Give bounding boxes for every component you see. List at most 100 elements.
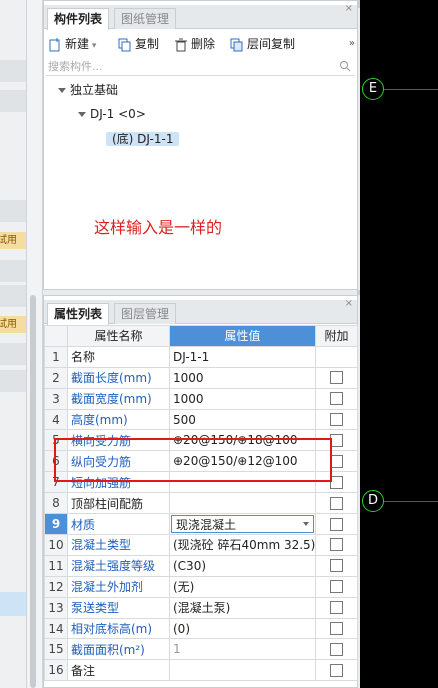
extra-cell <box>315 387 358 410</box>
extra-checkbox[interactable] <box>330 580 343 594</box>
copy-button[interactable]: 复制 <box>118 34 159 54</box>
expand-icon[interactable] <box>58 88 66 93</box>
property-value[interactable]: (混凝土泵) <box>169 596 316 619</box>
extra-checkbox[interactable] <box>330 601 343 615</box>
property-value[interactable] <box>169 492 316 515</box>
extra-checkbox[interactable] <box>330 496 343 510</box>
extra-checkbox[interactable] <box>330 642 343 656</box>
property-value[interactable]: 1000 <box>169 387 316 410</box>
table-row[interactable]: 7 短向加强筋 <box>44 471 358 494</box>
property-value[interactable]: (C30) <box>169 554 316 577</box>
property-value[interactable]: (无) <box>169 575 316 598</box>
extra-cell <box>315 575 358 598</box>
chevron-down-icon[interactable] <box>303 522 309 527</box>
extra-checkbox[interactable] <box>330 413 343 426</box>
table-row[interactable]: 16 备注 <box>44 659 358 682</box>
table-row[interactable]: 15 截面面积(m²) 1 <box>44 638 358 661</box>
tab-component-list[interactable]: 构件列表 <box>47 8 110 30</box>
tree-node-root[interactable]: 独立基础 <box>58 81 118 99</box>
trial-button[interactable]: 试用 <box>0 232 26 249</box>
sidebar-item-selected[interactable] <box>0 592 26 616</box>
property-name: 材质 <box>67 513 170 536</box>
extra-cell <box>315 429 358 452</box>
annotation-text: 这样输入是一样的 <box>94 218 223 237</box>
tab-property-list[interactable]: 属性列表 <box>47 303 110 325</box>
more-button[interactable]: » <box>349 34 355 54</box>
extra-checkbox[interactable] <box>330 538 343 552</box>
extra-checkbox[interactable] <box>330 559 343 573</box>
sidebar-item[interactable] <box>0 285 26 307</box>
tree-node-leaf[interactable]: (底) DJ-1-1 <box>106 130 180 148</box>
material-select[interactable]: 现浇混凝土 <box>169 513 316 536</box>
table-row[interactable]: 2 截面长度(mm) 1000 <box>44 366 358 389</box>
property-value[interactable] <box>169 471 316 494</box>
scrollbar[interactable] <box>30 295 36 688</box>
extra-checkbox[interactable] <box>330 433 343 447</box>
table-row[interactable]: 3 截面宽度(mm) 1000 <box>44 387 358 410</box>
row-number: 1 <box>44 345 68 368</box>
property-name: 顶部柱间配筋 <box>67 492 170 515</box>
table-row[interactable]: 1 名称 DJ-1-1 <box>44 345 358 368</box>
table-row[interactable]: 8 顶部柱间配筋 <box>44 492 358 515</box>
property-value[interactable]: (0) <box>169 617 316 640</box>
column-header-value: 属性值 <box>169 325 316 347</box>
table-row[interactable]: 11 混凝土强度等级 (C30) <box>44 554 358 577</box>
property-name: 备注 <box>67 659 170 682</box>
property-value[interactable]: (现浇砼 碎石40mm 32.5) <box>169 534 316 556</box>
sidebar-item[interactable] <box>0 60 26 82</box>
extra-cell <box>315 534 358 556</box>
drawing-canvas[interactable]: E D <box>360 0 438 688</box>
expand-icon[interactable] <box>78 112 86 117</box>
extra-checkbox[interactable] <box>330 663 343 677</box>
row-number: 3 <box>44 387 68 410</box>
tab-drawing-management[interactable]: 图纸管理 <box>114 8 177 29</box>
property-value[interactable]: 500 <box>169 408 316 431</box>
table-row[interactable]: 6 纵向受力筋 ⊕20@150/⊕12@100 <box>44 450 358 473</box>
property-value[interactable]: ⊕20@150/⊕12@100 <box>169 450 316 473</box>
extra-checkbox[interactable] <box>330 371 343 385</box>
row-number: 14 <box>44 617 68 640</box>
trial-button[interactable]: 试用 <box>0 316 26 333</box>
table-row[interactable]: 5 横向受力筋 ⊕20@150/⊕18@100 <box>44 429 358 452</box>
extra-cell <box>315 408 358 431</box>
search-input[interactable]: 搜索构件... <box>46 58 355 76</box>
search-icon[interactable] <box>339 60 351 72</box>
close-icon[interactable]: × <box>345 3 353 14</box>
extra-checkbox[interactable] <box>330 475 343 489</box>
property-value[interactable]: 1000 <box>169 366 316 389</box>
extra-checkbox[interactable] <box>330 517 343 531</box>
row-number: 16 <box>44 659 68 682</box>
table-row[interactable]: 12 混凝土外加剂 (无) <box>44 575 358 598</box>
axis-line-e <box>384 89 438 90</box>
sidebar-item[interactable] <box>0 370 26 392</box>
new-button[interactable]: 新建 ▾ <box>48 34 96 54</box>
sidebar-item[interactable] <box>0 343 26 365</box>
sidebar-item[interactable] <box>0 260 26 282</box>
table-row-selected[interactable]: 9 材质 现浇混凝土 <box>44 513 358 536</box>
row-number-header <box>44 325 68 347</box>
close-icon[interactable]: × <box>345 298 353 309</box>
sidebar-item[interactable] <box>0 90 26 112</box>
property-value[interactable] <box>169 659 316 682</box>
extra-checkbox[interactable] <box>330 454 343 468</box>
row-number: 12 <box>44 575 68 598</box>
tab-layer-management[interactable]: 图层管理 <box>114 303 177 324</box>
floor-copy-button[interactable]: 层间复制 <box>230 34 295 54</box>
component-toolbar: 新建 ▾ 复制 删除 层间复制 » <box>44 32 357 56</box>
property-list-panel: 属性列表 图层管理 × 属性名称 属性值 附加 1 名称 DJ-1-1 2 截面… <box>43 295 358 688</box>
sidebar-item[interactable] <box>0 200 26 222</box>
table-row[interactable]: 13 泵送类型 (混凝土泵) <box>44 596 358 619</box>
extra-checkbox[interactable] <box>330 392 343 406</box>
table-row[interactable]: 4 高度(mm) 500 <box>44 408 358 431</box>
property-value[interactable]: DJ-1-1 <box>169 345 316 368</box>
property-name: 混凝土类型 <box>67 534 170 556</box>
delete-button[interactable]: 删除 <box>174 34 215 54</box>
table-row[interactable]: 14 相对底标高(m) (0) <box>44 617 358 640</box>
property-value[interactable]: 1 <box>169 638 316 661</box>
table-row[interactable]: 10 混凝土类型 (现浇砼 碎石40mm 32.5) <box>44 534 358 556</box>
property-value[interactable]: ⊕20@150/⊕18@100 <box>169 429 316 452</box>
tree-node-group[interactable]: DJ-1 <0> <box>78 105 146 123</box>
extra-checkbox[interactable] <box>330 622 343 636</box>
property-table: 属性名称 属性值 附加 1 名称 DJ-1-1 2 截面长度(mm) 1000 … <box>44 325 358 682</box>
row-number: 7 <box>44 471 68 494</box>
